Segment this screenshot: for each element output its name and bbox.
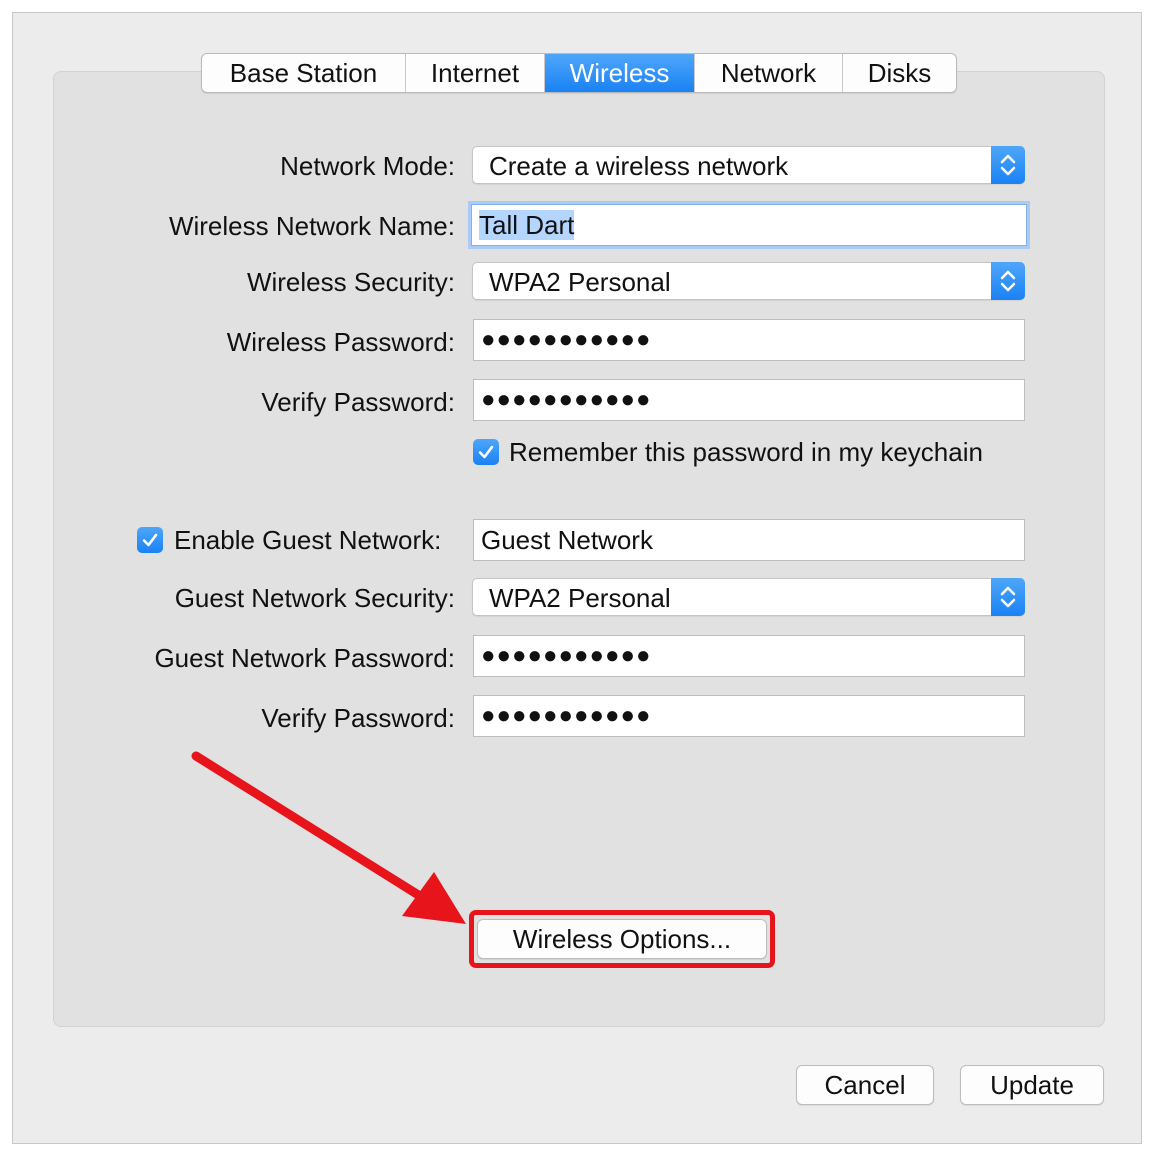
verify-password-value: ●●●●●●●●●●●: [481, 386, 652, 413]
guest-verify-password-label: Verify Password:: [261, 703, 455, 733]
up-down-chevrons-icon[interactable]: [991, 262, 1025, 300]
guest-network-name-value: Guest Network: [481, 525, 653, 555]
update-button[interactable]: Update: [960, 1065, 1104, 1105]
tab-base-station[interactable]: Base Station: [202, 54, 406, 92]
airport-utility-window: Base Station Internet Wireless Network D…: [12, 12, 1142, 1144]
network-mode-value: Create a wireless network: [489, 151, 789, 181]
up-down-chevrons-icon[interactable]: [991, 146, 1025, 184]
tab-internet[interactable]: Internet: [406, 54, 545, 92]
guest-security-select[interactable]: WPA2 Personal: [472, 578, 1025, 616]
guest-password-label: Guest Network Password:: [154, 643, 455, 673]
network-name-value: Tall Dart: [479, 210, 575, 240]
wireless-security-select[interactable]: WPA2 Personal: [472, 262, 1025, 300]
wireless-security-label: Wireless Security:: [246, 267, 455, 297]
checkmark-icon: [478, 445, 494, 459]
network-mode-select[interactable]: Create a wireless network: [472, 146, 1025, 184]
remember-keychain-label: Remember this password in my keychain: [509, 437, 983, 467]
enable-guest-network-checkbox[interactable]: [137, 527, 163, 553]
verify-password-label: Verify Password:: [261, 387, 455, 417]
guest-verify-password-value: ●●●●●●●●●●●: [481, 702, 652, 729]
guest-password-input[interactable]: ●●●●●●●●●●●: [473, 635, 1025, 677]
guest-security-value: WPA2 Personal: [489, 583, 671, 613]
up-down-chevrons-icon[interactable]: [991, 578, 1025, 616]
network-name-input[interactable]: Tall Dart: [471, 204, 1027, 246]
network-name-label: Wireless Network Name:: [168, 211, 455, 241]
wireless-password-label: Wireless Password:: [226, 327, 455, 357]
wireless-options-button[interactable]: Wireless Options...: [477, 919, 767, 959]
enable-guest-network-label: Enable Guest Network:: [174, 525, 442, 555]
tab-bar: Base Station Internet Wireless Network D…: [201, 53, 957, 93]
checkmark-icon: [142, 533, 158, 547]
cancel-button[interactable]: Cancel: [796, 1065, 934, 1105]
guest-verify-password-input[interactable]: ●●●●●●●●●●●: [473, 695, 1025, 737]
verify-password-input[interactable]: ●●●●●●●●●●●: [473, 379, 1025, 421]
guest-password-value: ●●●●●●●●●●●: [481, 642, 652, 669]
tab-wireless[interactable]: Wireless: [545, 54, 695, 92]
guest-network-name-input[interactable]: Guest Network: [473, 519, 1025, 561]
wireless-security-value: WPA2 Personal: [489, 267, 671, 297]
tab-network[interactable]: Network: [695, 54, 843, 92]
wireless-password-value: ●●●●●●●●●●●: [481, 326, 652, 353]
remember-keychain-checkbox[interactable]: [473, 439, 499, 465]
tab-disks[interactable]: Disks: [843, 54, 956, 92]
guest-security-label: Guest Network Security:: [174, 583, 455, 613]
network-mode-label: Network Mode:: [280, 151, 455, 181]
wireless-password-input[interactable]: ●●●●●●●●●●●: [473, 319, 1025, 361]
